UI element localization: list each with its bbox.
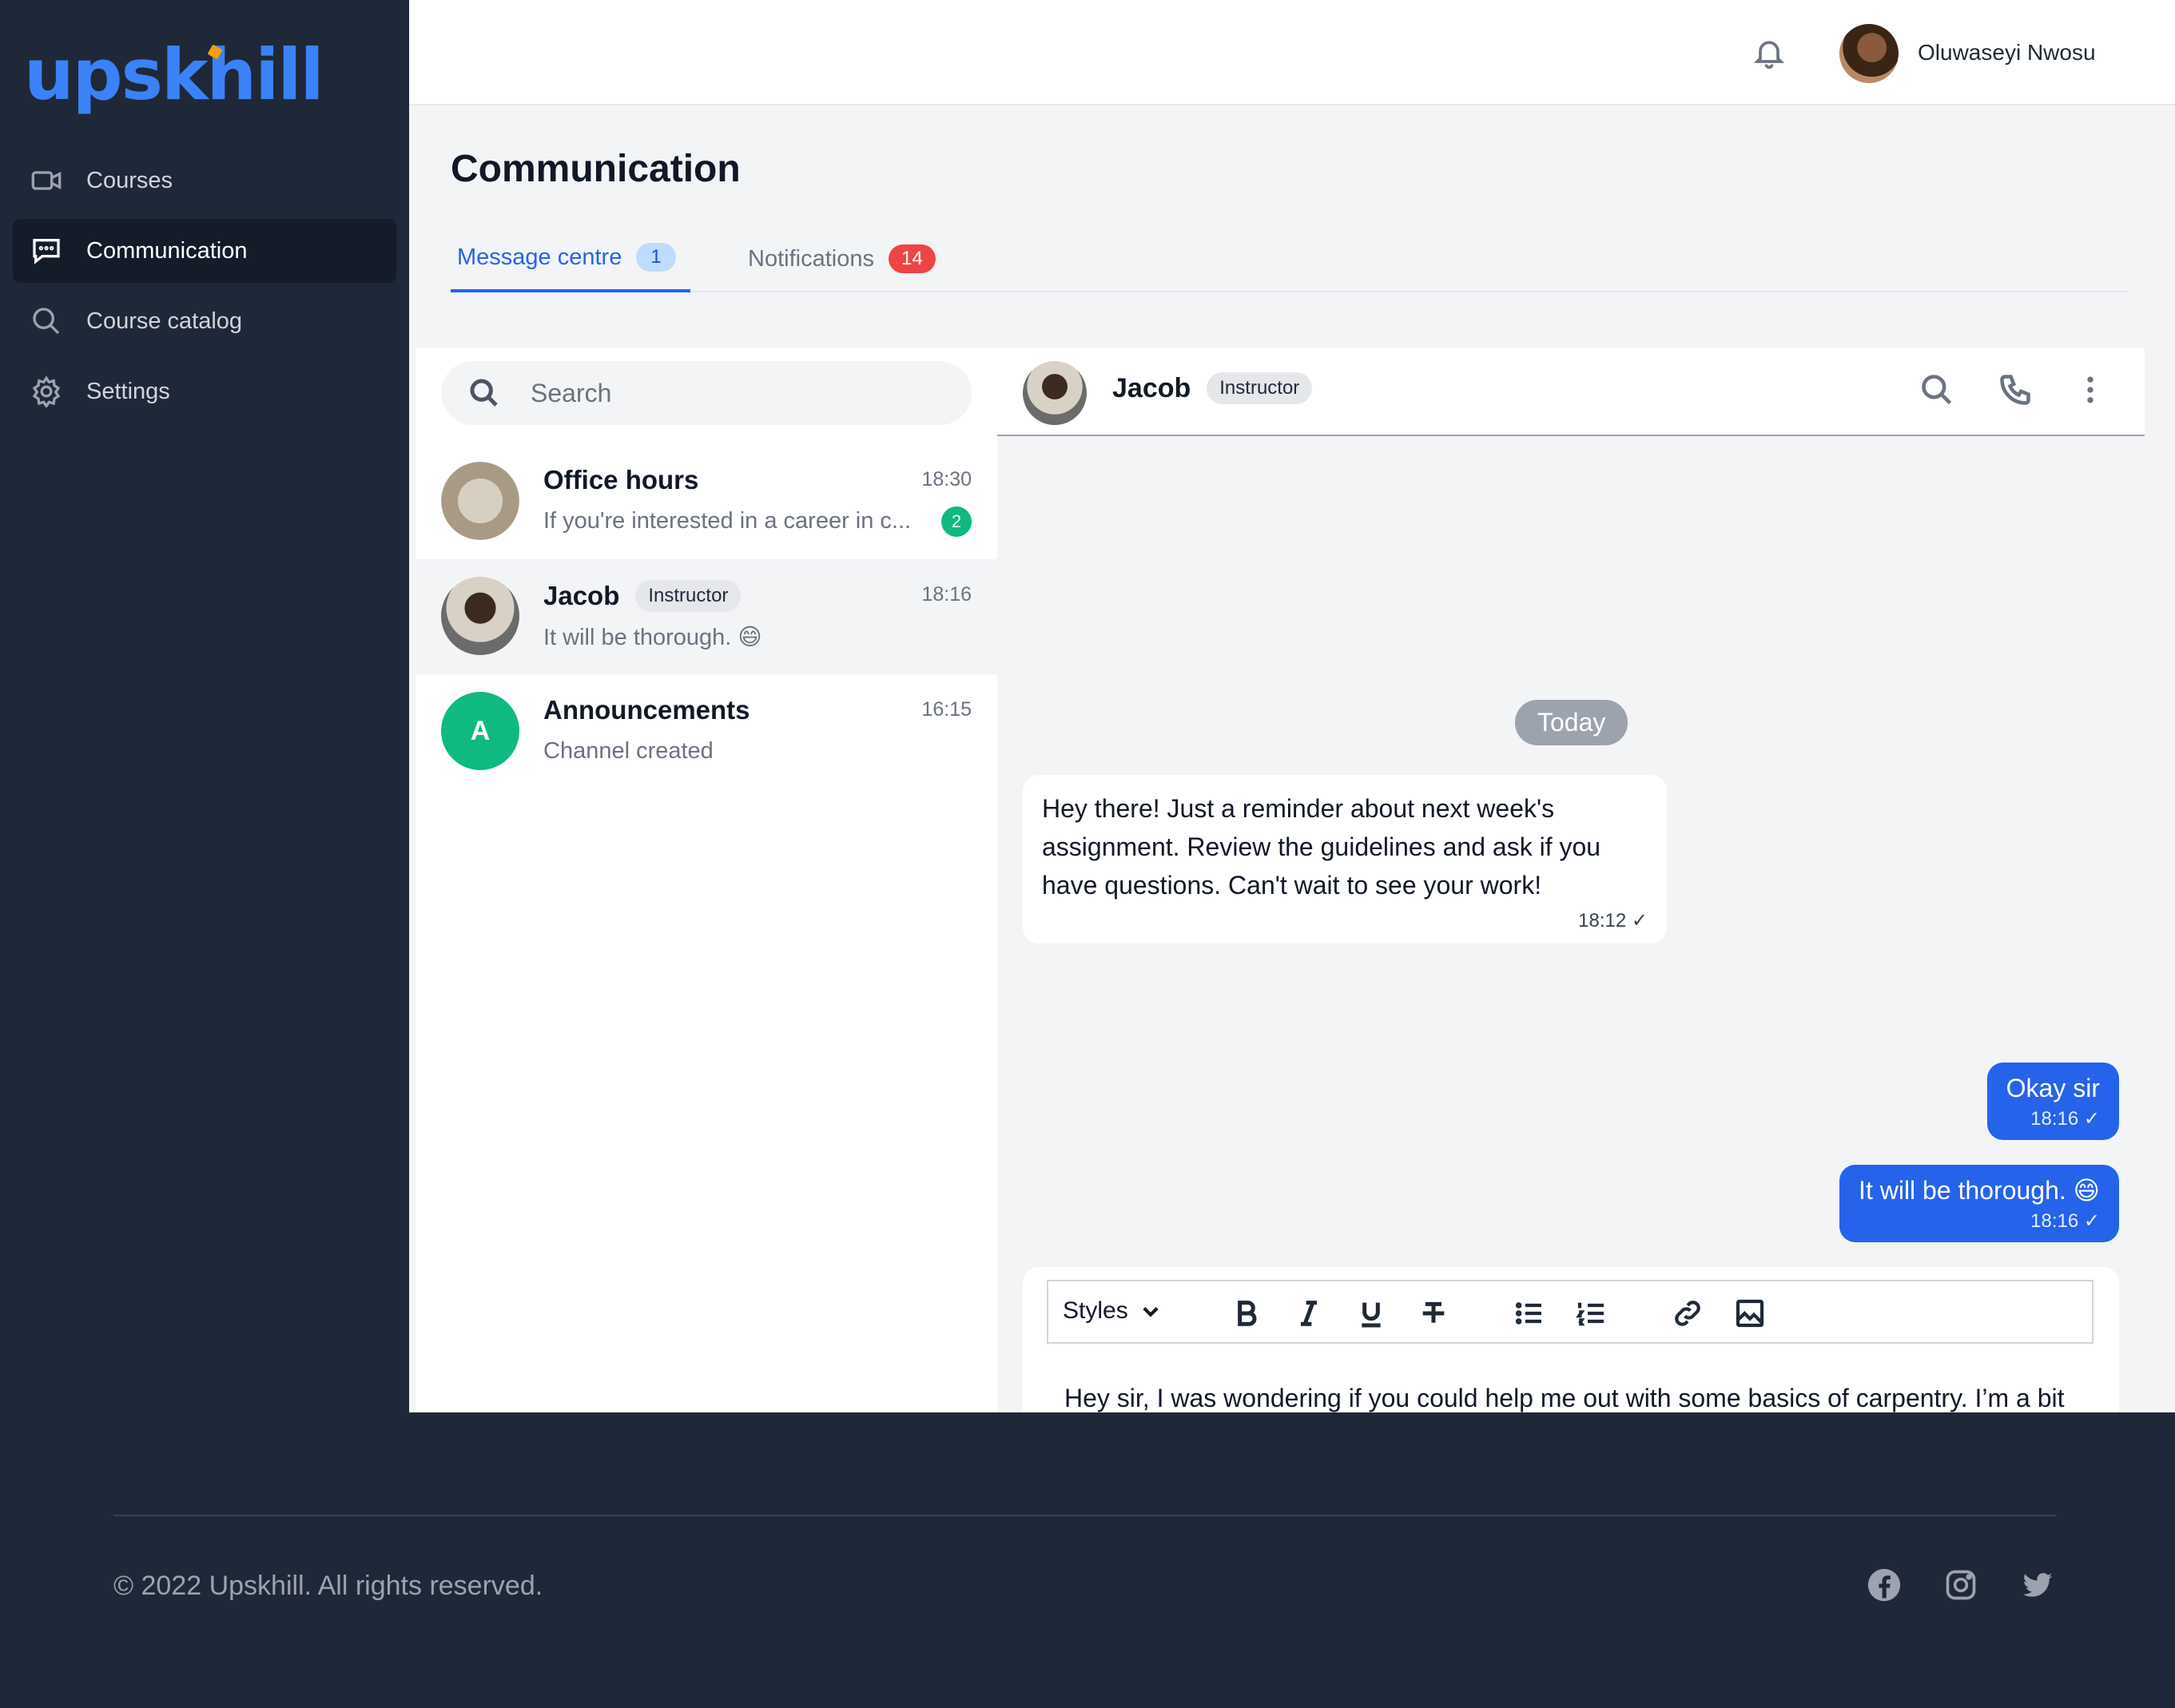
twitter-icon[interactable] — [2020, 1567, 2058, 1606]
link-icon[interactable] — [1670, 1296, 1705, 1331]
tab-bar: Message centre 1 Notifications 14 — [451, 225, 2129, 292]
message-text: It will be thorough. 😄 — [1859, 1176, 2100, 1205]
search-icon[interactable] — [1919, 372, 1958, 411]
user-avatar[interactable] — [1839, 24, 1899, 83]
conversation-search — [441, 361, 972, 425]
instagram-icon[interactable] — [1943, 1567, 1982, 1606]
conversation-name: Office hours — [543, 465, 699, 495]
image-icon[interactable] — [1732, 1296, 1767, 1331]
footer-divider — [113, 1515, 2057, 1516]
role-badge: Instructor — [1207, 372, 1313, 404]
avatar — [441, 577, 519, 655]
conversation-preview: It will be thorough. 😄 — [543, 625, 762, 650]
facebook-icon[interactable] — [1867, 1567, 1905, 1606]
chevron-down-icon — [1143, 1307, 1159, 1317]
sidebar-item-label: Communication — [86, 237, 248, 264]
conversation-name: Announcements — [543, 695, 750, 725]
conversation-time: 18:16 — [921, 583, 972, 606]
message-time: 18:12 ✓ — [1578, 910, 1648, 931]
chat-header: Jacob Instructor — [997, 348, 2145, 436]
search-icon — [29, 304, 64, 339]
avatar — [441, 462, 519, 540]
message-outgoing: Okay sir 18:16 ✓ — [1986, 1063, 2119, 1140]
role-badge: Instructor — [635, 580, 742, 612]
sidebar-nav: Courses Communication Course catalog Set… — [13, 149, 396, 430]
underline-icon[interactable] — [1354, 1296, 1389, 1331]
phone-icon[interactable] — [1998, 372, 2036, 411]
message-outgoing: It will be thorough. 😄 18:16 ✓ — [1839, 1165, 2119, 1242]
message-incoming: Hey there! Just a reminder about next we… — [1023, 775, 1667, 943]
formatting-toolbar: Styles — [1047, 1280, 2093, 1344]
main-content: Communication Message centre 1 Notificat… — [409, 105, 2175, 1451]
unread-badge: 2 — [941, 506, 972, 537]
bold-icon[interactable] — [1229, 1296, 1264, 1331]
sidebar-item-label: Settings — [86, 378, 170, 404]
tab-label: Notifications — [748, 245, 874, 272]
search-input[interactable] — [531, 361, 946, 425]
strikethrough-icon[interactable] — [1416, 1296, 1451, 1331]
conversation-name: Jacob Instructor — [543, 580, 742, 612]
notification-count-badge: 14 — [888, 244, 936, 273]
sidebar: upskhill Courses Communication Course ca… — [0, 0, 409, 1412]
message-time: 18:16 ✓ — [2030, 1108, 2100, 1130]
search-icon — [470, 379, 498, 407]
gear-icon — [29, 374, 64, 409]
sidebar-item-course-catalog[interactable]: Course catalog — [13, 289, 396, 353]
sidebar-item-communication[interactable]: Communication — [13, 219, 396, 283]
footer: © 2022 Upskhill. All rights reserved. — [0, 1412, 2175, 1708]
styles-dropdown[interactable]: Styles — [1063, 1297, 1162, 1325]
message-composer: Styles Hey sir, I was wondering if you c… — [1023, 1267, 2119, 1451]
chat-contact-name: Jacob Instructor — [1112, 372, 1313, 404]
numbered-list-icon[interactable] — [1574, 1296, 1609, 1331]
tab-notifications[interactable]: Notifications 14 — [748, 225, 936, 292]
list-item-office-hours[interactable]: Office hours 18:30 If you're interested … — [416, 444, 997, 559]
tab-label: Message centre — [457, 244, 622, 270]
tab-message-centre[interactable]: Message centre 1 — [451, 225, 690, 292]
styles-label: Styles — [1063, 1297, 1128, 1324]
message-text: Okay sir — [2006, 1074, 2100, 1102]
unread-count-badge: 1 — [636, 243, 676, 272]
bullet-list-icon[interactable] — [1512, 1296, 1547, 1331]
sidebar-item-settings[interactable]: Settings — [13, 359, 396, 423]
sidebar-item-courses[interactable]: Courses — [13, 149, 396, 213]
list-item-jacob[interactable]: Jacob Instructor 18:16 It will be thorou… — [416, 559, 997, 674]
conversation-preview: If you're interested in a career in c... — [543, 508, 912, 534]
chat-icon — [29, 233, 64, 268]
message-time: 18:16 ✓ — [2030, 1210, 2100, 1232]
copyright-text: © 2022 Upskhill. All rights reserved. — [113, 1571, 543, 1601]
avatar[interactable] — [1023, 361, 1087, 425]
message-text: Hey there! Just a reminder about next we… — [1042, 794, 1601, 900]
avatar: A — [441, 692, 519, 770]
page-title: Communication — [451, 148, 741, 190]
conversation-time: 16:15 — [921, 698, 972, 721]
sidebar-item-label: Courses — [86, 167, 173, 193]
date-divider: Today — [1515, 700, 1628, 745]
conversation-time: 18:30 — [921, 468, 972, 491]
conversation-list: Office hours 18:30 If you're interested … — [416, 348, 997, 1412]
conversation-preview: Channel created — [543, 738, 714, 764]
video-icon — [29, 163, 64, 198]
user-name[interactable]: Oluwaseyi Nwosu — [1918, 40, 2096, 66]
more-options-icon[interactable] — [2073, 372, 2111, 411]
list-item-announcements[interactable]: A Announcements 16:15 Channel created — [416, 674, 997, 789]
bell-icon[interactable] — [1752, 35, 1790, 73]
chat-panel: Jacob Instructor Today Hey there! Just a… — [997, 348, 2145, 1451]
top-header: Oluwaseyi Nwosu — [409, 0, 2175, 105]
app-logo[interactable]: upskhill — [24, 34, 324, 116]
sidebar-item-label: Course catalog — [86, 308, 243, 334]
italic-icon[interactable] — [1291, 1296, 1326, 1331]
